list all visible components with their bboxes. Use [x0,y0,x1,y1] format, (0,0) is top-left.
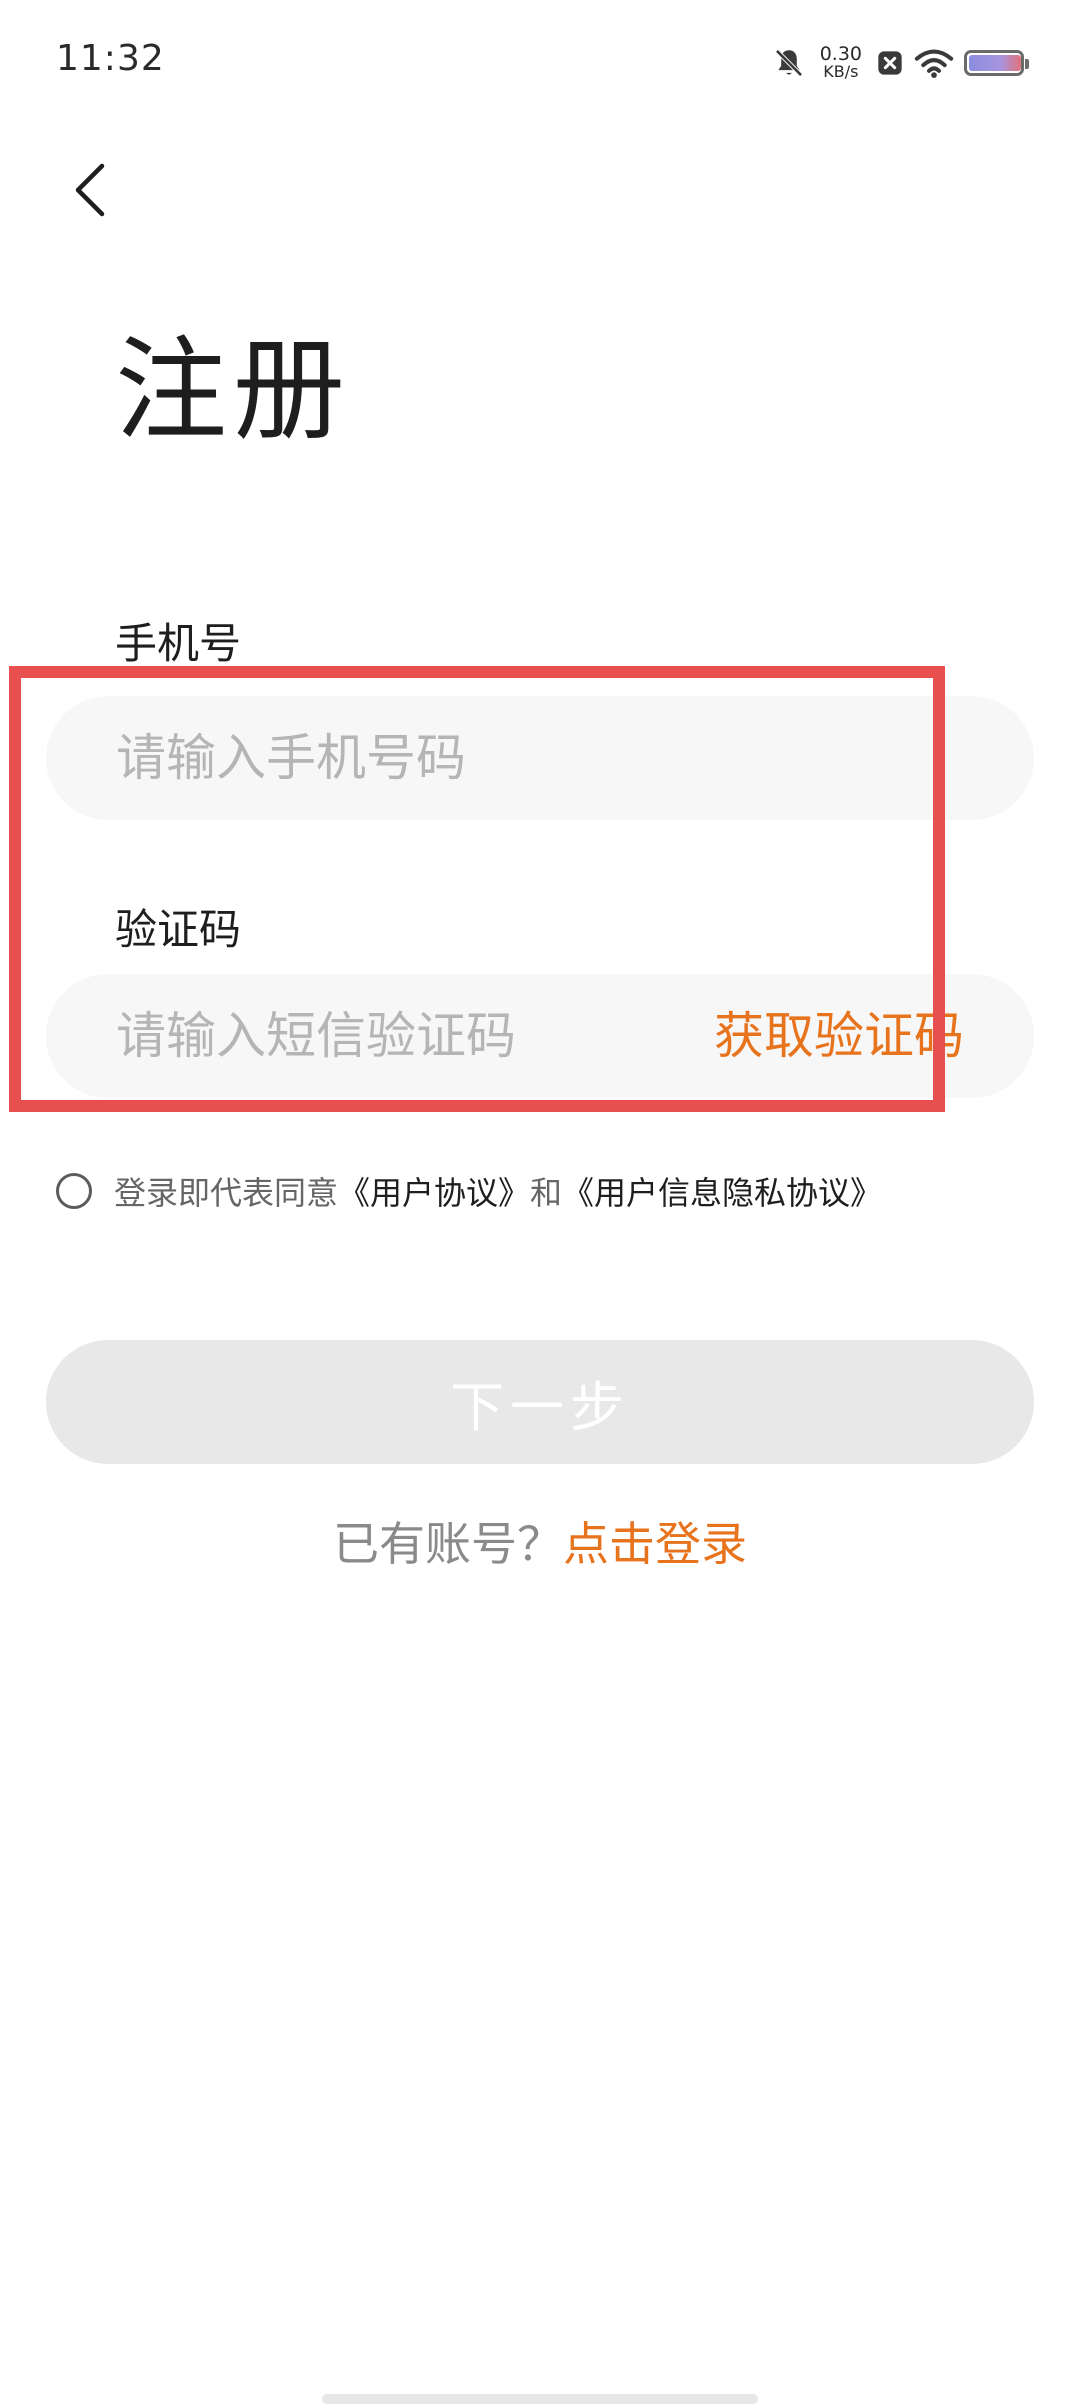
agreement-connector: 和 [530,1174,563,1212]
login-prompt-text: 已有账号？ [333,1517,563,1571]
login-prompt: 已有账号？点击登录 [0,1508,1080,1574]
phone-input-container [46,696,1034,820]
agreement-row: 登录即代表同意《用户协议》和《用户信息隐私协议》 [56,1168,882,1214]
back-button[interactable] [60,150,120,230]
home-indicator[interactable] [322,2394,758,2404]
battery-icon [964,50,1029,76]
agreement-text: 登录即代表同意《用户协议》和《用户信息隐私协议》 [114,1168,882,1214]
agreement-prefix: 登录即代表同意 [114,1174,339,1212]
bell-muted-icon [772,46,806,80]
login-link[interactable]: 点击登录 [563,1517,747,1571]
agree-checkbox[interactable] [56,1173,92,1209]
network-speed: 0.30 KB/s [820,45,862,81]
page-title: 注册 [115,326,351,456]
user-agreement-link[interactable]: 《用户协议》 [338,1174,530,1212]
status-icons: 0.30 KB/s [772,40,1029,86]
phone-input[interactable] [116,696,736,820]
close-box-icon [876,49,904,77]
code-input-container: 获取验证码 [46,974,1034,1098]
status-bar: 11:32 0.30 KB/s [0,0,1080,120]
network-speed-value: 0.30 [819,43,862,65]
phone-label: 手机号 [115,619,242,668]
sms-code-input[interactable] [116,974,736,1098]
next-button[interactable]: 下一步 [46,1340,1034,1464]
privacy-agreement-link[interactable]: 《用户信息隐私协议》 [562,1174,882,1212]
code-label: 验证码 [115,905,242,954]
status-time: 11:32 [56,38,165,79]
get-code-button[interactable]: 获取验证码 [714,974,964,1098]
chevron-left-icon [75,163,105,217]
wifi-icon [914,47,954,79]
network-speed-unit: KB/s [823,62,859,81]
